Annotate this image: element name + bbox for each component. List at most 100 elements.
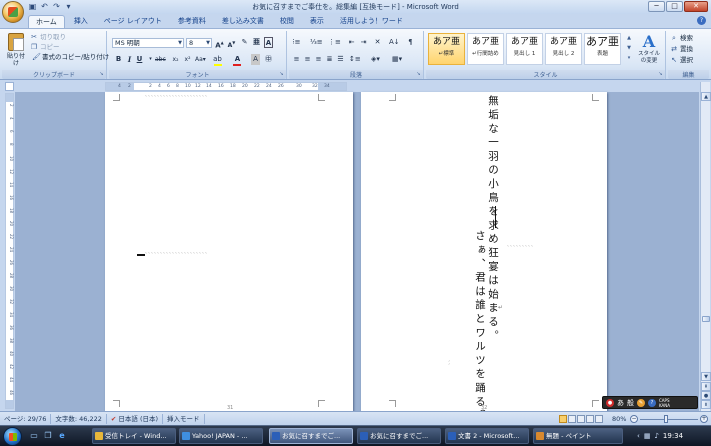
draft-view-icon[interactable] (595, 415, 603, 423)
show-marks-icon[interactable]: ¶ (406, 37, 415, 48)
page-indicator[interactable]: ページ: 29/76 (0, 413, 52, 424)
ime-logo-icon[interactable]: ● (606, 398, 614, 407)
text-direction-icon[interactable]: ✕ (373, 37, 382, 48)
ime-toolbar[interactable]: ● あ 般 ✎ ? CAPS KANA (602, 396, 698, 409)
underline-dropdown-icon[interactable]: ▾ (146, 54, 155, 65)
taskbar-button-paint[interactable]: 無題 - ペイント (533, 428, 623, 444)
tab-review[interactable]: 校閲 (273, 15, 301, 28)
styles-launcher-icon[interactable]: ↘ (657, 71, 664, 78)
show-desktop-icon[interactable]: ▭ (29, 431, 39, 441)
horizontal-ruler[interactable]: 4 2 2 4 6 8 10 12 14 16 18 20 22 24 26 30 32 34 (105, 82, 347, 91)
close-button[interactable]: ✕ (684, 1, 708, 12)
start-button[interactable] (3, 427, 22, 446)
help-icon[interactable]: ? (697, 16, 706, 25)
enclose-char-icon[interactable]: ㊥ (264, 54, 273, 65)
volume-icon[interactable]: ♪ (654, 432, 658, 440)
shading-icon[interactable]: ◈▾ (371, 54, 380, 65)
distributed-icon[interactable]: ☰ (336, 54, 345, 65)
taskbar-button-word-active[interactable]: お気に召すまでご... (269, 428, 353, 444)
numbering-icon[interactable]: ⅓≡ (310, 37, 323, 48)
ime-tool-icon[interactable]: ✎ (637, 398, 645, 407)
internet-explorer-icon[interactable]: e (57, 431, 67, 441)
strikethrough-icon[interactable]: abc (155, 54, 166, 65)
select-button[interactable]: ↖ 選択 (670, 56, 693, 65)
scroll-down-button[interactable]: ▼ (701, 372, 711, 381)
tab-view[interactable]: 表示 (303, 15, 331, 28)
minimize-button[interactable]: ─ (648, 1, 665, 12)
scroll-up-button[interactable]: ▲ (701, 92, 711, 101)
italic-icon[interactable]: I (125, 54, 134, 65)
zoom-level[interactable]: 80% (612, 414, 626, 424)
change-styles-button[interactable]: A スタイルの変更 (636, 33, 662, 65)
style-normal[interactable]: あア亜 ↵標準 (428, 33, 465, 65)
outline-view-icon[interactable] (586, 415, 594, 423)
previous-page-button[interactable]: ⇞ (701, 382, 711, 391)
paste-button[interactable]: 貼り付け (5, 33, 27, 67)
taskbar-button-mail[interactable]: 受信トレイ - Wind... (92, 428, 176, 444)
zoom-slider-track[interactable] (640, 419, 698, 420)
bullets-icon[interactable]: ⁝≡ (292, 37, 301, 48)
align-left-icon[interactable]: ≡ (292, 54, 301, 65)
word-count[interactable]: 文字数: 46,222 (51, 413, 107, 424)
style-heading-1[interactable]: あア亜 見出し 1 (506, 33, 543, 65)
ime-mode[interactable]: あ (617, 398, 624, 408)
insert-mode[interactable]: 挿入モード (163, 413, 205, 424)
char-border-icon[interactable]: A (264, 37, 273, 48)
sort-icon[interactable]: A↓ (389, 37, 400, 48)
decrease-indent-icon[interactable]: ⇤ (347, 37, 356, 48)
zoom-in-icon[interactable]: + (700, 415, 708, 423)
maximize-button[interactable]: □ (666, 1, 683, 12)
office-button[interactable] (2, 1, 24, 23)
borders-icon[interactable]: ▦▾ (392, 54, 402, 65)
find-button[interactable]: ⌕ 検索 (670, 34, 693, 43)
ime-conversion-mode[interactable]: 般 (627, 398, 634, 408)
style-no-spacing[interactable]: あア亜 ↵行間詰め (467, 33, 504, 65)
tab-home[interactable]: ホーム (28, 15, 65, 28)
replace-button[interactable]: ⇄ 置換 (670, 45, 693, 54)
copy-button[interactable]: ❐ コピー (30, 43, 60, 52)
paragraph-launcher-icon[interactable]: ↘ (415, 71, 422, 78)
browse-object-button[interactable]: ● (701, 391, 711, 400)
phonetic-guide-icon[interactable]: 亜 (252, 37, 261, 48)
ruler-toggle-button[interactable] (5, 82, 14, 91)
line-spacing-icon[interactable]: ↕≡ (349, 54, 361, 65)
change-case-icon[interactable]: Aa▾ (195, 54, 206, 65)
language-indicator[interactable]: ✔ 日本語 (日本) (107, 413, 164, 424)
grow-font-icon[interactable]: A▲ (215, 37, 224, 49)
tab-page-layout[interactable]: ページ レイアウト (97, 15, 169, 28)
switch-windows-icon[interactable]: ❐ (43, 431, 53, 441)
multilevel-list-icon[interactable]: ⋮≡ (328, 37, 341, 48)
taskbar-button-word[interactable]: お気に召すまでご... (357, 428, 441, 444)
tab-references[interactable]: 参考資料 (171, 15, 213, 28)
gallery-down-icon[interactable]: ▼ (626, 43, 632, 53)
tab-addin[interactable]: 活用しよう！ワード (333, 15, 410, 28)
underline-icon[interactable]: U (135, 54, 144, 65)
cut-button[interactable]: ✂ 切り取り (30, 33, 66, 42)
increase-indent-icon[interactable]: ⇥ (359, 37, 368, 48)
align-right-icon[interactable]: ≡ (314, 54, 323, 65)
zoom-out-icon[interactable]: − (630, 415, 638, 423)
font-launcher-icon[interactable]: ↘ (278, 71, 285, 78)
ime-help-icon[interactable]: ? (648, 398, 656, 407)
align-center-icon[interactable]: ≡ (303, 54, 312, 65)
tab-insert[interactable]: 挿入 (67, 15, 95, 28)
vertical-scrollbar[interactable]: ▲ ▼ ⇞ ● ⇟ (700, 82, 711, 411)
web-layout-icon[interactable] (577, 415, 585, 423)
font-name-dropdown[interactable]: MS 明朝 ▼ (112, 38, 184, 48)
bold-icon[interactable]: B (114, 54, 123, 65)
tab-mailings[interactable]: 差し込み文書 (215, 15, 271, 28)
justify-icon[interactable]: ≣ (325, 54, 334, 65)
document-workspace[interactable]: ˋˋˋˋˋˋˋˋˋˋˋˋˋˋˋˋˋˋˋˋˋ ˋˋˋˋˋˋˋˋˋˋˋˋˋˋˋˋˋˋ… (15, 92, 699, 423)
taskbar-button-word-doc2[interactable]: 文書 2 - Microsoft... (445, 428, 529, 444)
next-page-button[interactable]: ⇟ (701, 400, 711, 409)
vertical-ruler[interactable]: 2 4 6 8 10 12 14 16 18 20 22 24 26 28 30 32 34 36 38 40 42 44… (5, 93, 14, 409)
font-size-dropdown[interactable]: 8 ▼ (186, 38, 212, 48)
full-screen-reading-icon[interactable] (568, 415, 576, 423)
network-icon[interactable]: ▦ (644, 432, 651, 440)
gallery-more-icon[interactable]: ▾ (626, 53, 632, 63)
shrink-font-icon[interactable]: A▼ (227, 37, 236, 49)
zoom-slider-thumb[interactable] (664, 415, 668, 423)
scroll-thumb[interactable] (702, 316, 710, 322)
chevron-left-icon[interactable]: ‹ (637, 432, 640, 440)
clock[interactable]: 19:34 (663, 432, 683, 440)
